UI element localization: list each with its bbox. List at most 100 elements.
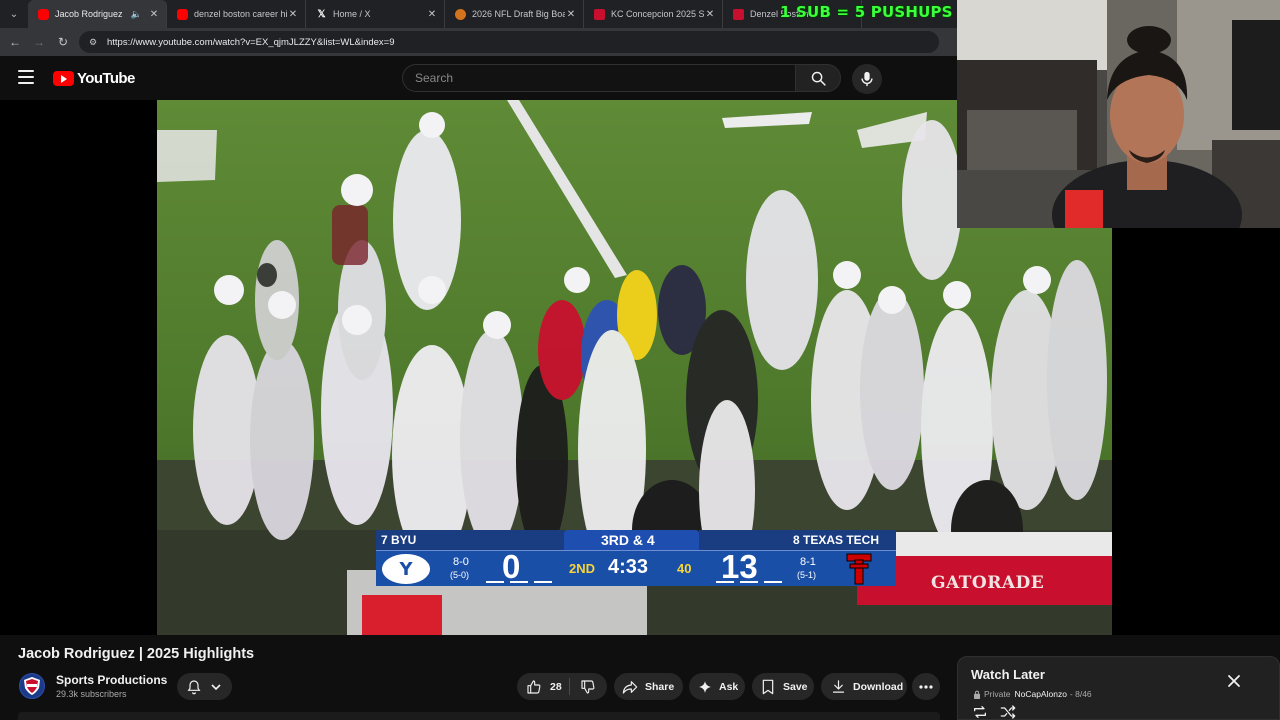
tab-search-button[interactable]: ⌄	[0, 0, 28, 28]
bookmark-icon	[762, 679, 774, 694]
video-title: Jacob Rodriguez | 2025 Highlights	[18, 646, 255, 662]
playlist-position: - 8/46	[1069, 689, 1092, 699]
lock-icon	[974, 690, 980, 699]
byu-logo: Y	[382, 554, 430, 584]
menu-icon[interactable]	[18, 70, 34, 84]
chevron-down-icon	[211, 683, 221, 690]
url-field[interactable]: ⚙ https://www.youtube.com/watch?v=EX_qjm…	[79, 31, 939, 53]
browser-tab-2[interactable]: 𝕏 Home / X ✕	[306, 0, 445, 28]
bell-icon	[187, 679, 201, 694]
like-button[interactable]: 28	[517, 679, 569, 695]
browser-tab-0[interactable]: Jacob Rodriguez | 2025 🔈 ✕	[28, 0, 167, 28]
browser-tab-1[interactable]: denzel boston career high ✕	[167, 0, 306, 28]
download-icon	[832, 680, 845, 693]
scoreboard-main: Y 8-0 (5-0) 0 2ND 4:33 40 13 8-1 (5-1)	[376, 548, 896, 586]
away-team-name: 7 BYU	[381, 533, 417, 547]
home-team-name: 8 TEXAS TECH	[793, 533, 880, 547]
down-distance: 3RD & 4	[601, 532, 655, 548]
close-tab-icon[interactable]: ✕	[565, 9, 577, 20]
tab-title: denzel boston career high	[194, 9, 287, 19]
more-horizontal-icon	[919, 684, 933, 689]
game-clock: 4:33	[608, 556, 649, 578]
search-box[interactable]	[402, 64, 795, 92]
share-label: Share	[645, 680, 675, 693]
thumbs-up-icon	[527, 679, 541, 694]
notification-bell-button[interactable]	[177, 673, 232, 700]
search-icon	[811, 71, 826, 86]
youtube-header: YouTube	[0, 56, 958, 100]
download-button[interactable]: Download	[821, 673, 907, 700]
channel-avatar[interactable]	[19, 673, 45, 699]
tab-title: Home / X	[333, 9, 371, 19]
ask-button[interactable]: Ask	[689, 673, 745, 700]
reload-icon[interactable]: ↻	[51, 30, 75, 54]
webcam-overlay	[957, 0, 1280, 228]
site-info-icon[interactable]: ⚙	[87, 36, 99, 48]
like-count: 28	[550, 680, 562, 693]
voice-search-button[interactable]	[852, 64, 882, 94]
play-clock: 40	[677, 561, 692, 576]
shuffle-icon[interactable]	[1000, 705, 1016, 719]
search-button[interactable]	[795, 64, 841, 92]
youtube-icon	[177, 8, 188, 20]
browser-tab-3[interactable]: 2026 NFL Draft Big Board ✕	[445, 0, 584, 28]
search-input[interactable]	[415, 71, 775, 85]
share-icon	[622, 680, 638, 694]
texas-tech-logo	[844, 552, 874, 586]
quarter: 2ND	[569, 561, 596, 576]
save-button[interactable]: Save	[752, 673, 814, 700]
close-icon[interactable]	[1226, 673, 1242, 689]
away-record: 8-0	[453, 556, 469, 568]
kc-icon	[733, 8, 744, 20]
description-box-edge	[18, 712, 940, 720]
scoreboard: 7 BYU 3RD & 4 8 TEXAS TECH Y 8-0 (5-0) 0…	[376, 530, 896, 586]
more-actions-button[interactable]	[912, 673, 940, 700]
tab-title: 2026 NFL Draft Big Board	[472, 9, 565, 19]
download-label: Download	[853, 680, 904, 693]
thumbs-down-icon	[581, 679, 595, 694]
kc-icon	[594, 8, 605, 20]
playlist-owner[interactable]: NoCapAlonzo	[1014, 689, 1066, 699]
forward-arrow-icon[interactable]: →	[27, 30, 51, 54]
youtube-logo-text: YouTube	[77, 70, 135, 87]
like-dislike-group: 28	[517, 673, 607, 700]
close-tab-icon[interactable]: ✕	[426, 9, 438, 20]
address-bar-row: ← → ↻ ⚙ https://www.youtube.com/watch?v=…	[0, 28, 958, 56]
subscriber-count: 29.3k subscribers	[56, 689, 127, 699]
gatorade-sign: GATORADE	[931, 573, 1045, 593]
playlist-meta: Private NoCapAlonzo - 8/46	[973, 689, 1092, 699]
ask-label: Ask	[719, 680, 739, 693]
nfl-icon	[455, 8, 466, 20]
away-conf-record: (5-0)	[450, 570, 470, 580]
shield-icon	[24, 677, 40, 695]
playlist-panel: Watch Later Private NoCapAlonzo - 8/46	[957, 656, 1280, 720]
dislike-button[interactable]	[570, 679, 596, 695]
browser-tab-4[interactable]: KC Concepcion 2025 Stats ✕	[584, 0, 723, 28]
save-label: Save	[783, 680, 808, 693]
playlist-title[interactable]: Watch Later	[971, 667, 1045, 682]
timeout-bars-home	[716, 581, 784, 583]
channel-name[interactable]: Sports Productions	[56, 673, 167, 687]
speaker-icon[interactable]: 🔈	[131, 9, 142, 20]
scoreboard-top-strip: 7 BYU 3RD & 4 8 TEXAS TECH	[376, 530, 896, 550]
youtube-play-icon	[53, 71, 74, 86]
microphone-icon	[861, 71, 873, 87]
youtube-icon	[38, 8, 49, 20]
x-icon: 𝕏	[317, 8, 326, 20]
stream-overlay-text: 1 SUB = 5 PUSHUPS	[780, 3, 953, 21]
home-record: 8-1	[800, 556, 816, 568]
tab-title: Jacob Rodriguez | 2025	[55, 9, 125, 19]
close-tab-icon[interactable]: ✕	[148, 9, 160, 20]
timeout-bars-away	[486, 581, 554, 583]
sparkle-icon	[699, 680, 711, 693]
close-tab-icon[interactable]: ✕	[704, 9, 716, 20]
url-text: https://www.youtube.com/watch?v=EX_qjmJL…	[107, 36, 395, 48]
share-button[interactable]: Share	[614, 673, 683, 700]
youtube-logo[interactable]: YouTube	[53, 70, 135, 87]
tab-title: KC Concepcion 2025 Stats	[611, 9, 704, 19]
streamer-camera-feed	[957, 0, 1280, 228]
back-arrow-icon[interactable]: ←	[3, 30, 27, 54]
close-tab-icon[interactable]: ✕	[287, 9, 299, 20]
loop-icon[interactable]	[972, 705, 988, 719]
playlist-privacy: Private	[984, 689, 1011, 699]
